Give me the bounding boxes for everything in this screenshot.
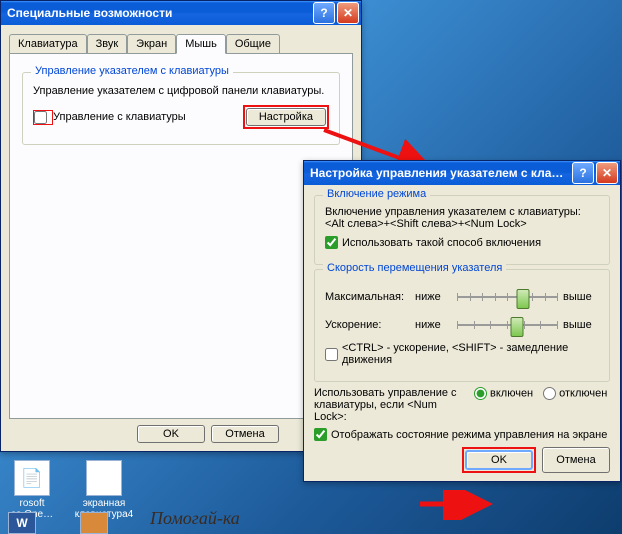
group-caption: Скорость перемещения указателя xyxy=(323,262,506,274)
desktop-icon-office[interactable]: 📄 rosoft ce One… xyxy=(2,460,62,520)
numlock-off-radio[interactable] xyxy=(543,387,556,400)
mousekeys-checkbox-label[interactable]: Управление с клавиатуры xyxy=(33,110,186,125)
high-label: выше xyxy=(563,319,599,331)
window-title: Настройка управления указателем с клав… xyxy=(310,166,570,180)
help-button[interactable]: ? xyxy=(572,162,594,184)
keyboard-icon: ⌨ xyxy=(86,460,122,496)
titlebar[interactable]: Настройка управления указателем с клав… … xyxy=(304,161,620,185)
show-state-checkbox[interactable] xyxy=(314,428,327,441)
cancel-button[interactable]: Отмена xyxy=(211,425,279,443)
tab-keyboard[interactable]: Клавиатура xyxy=(9,34,87,54)
slider-thumb[interactable] xyxy=(511,317,524,337)
show-state-text: Отображать состояние режима управления н… xyxy=(331,429,607,441)
numlock-on-label[interactable]: включен xyxy=(464,387,533,400)
tab-mouse[interactable]: Мышь xyxy=(176,34,226,54)
use-shortcut-text: Использовать такой способ включения xyxy=(342,237,541,249)
numlock-text: Использовать управление с клавиатуры, ес… xyxy=(314,387,464,423)
office-icon: 📄 xyxy=(14,460,50,496)
activation-desc1: Включение управления указателем с клавиа… xyxy=(325,206,599,218)
mousekeys-group: Управление указателем с клавиатуры Управ… xyxy=(22,72,340,145)
window-title: Специальные возможности xyxy=(7,6,311,20)
tab-page: Управление указателем с клавиатуры Управ… xyxy=(9,53,353,419)
group-caption: Управление указателем с клавиатуры xyxy=(31,65,233,77)
ok-button[interactable]: OK xyxy=(137,425,205,443)
max-speed-slider[interactable] xyxy=(457,286,557,308)
ctrl-shift-checkbox[interactable] xyxy=(325,348,338,361)
titlebar[interactable]: Специальные возможности ? ✕ xyxy=(1,1,361,25)
low-label: ниже xyxy=(415,291,451,303)
dialog-buttons: OK Отмена xyxy=(9,425,353,443)
slider-thumb[interactable] xyxy=(517,289,530,309)
help-button[interactable]: ? xyxy=(313,2,335,24)
dialog-buttons: OK Отмена xyxy=(314,447,610,473)
activation-group: Включение режима Включение управления ук… xyxy=(314,195,610,265)
numlock-on-radio[interactable] xyxy=(474,387,487,400)
desktop: 📄 rosoft ce One… ⌨ экранная клавиатура4 … xyxy=(0,0,622,534)
desktop-icon-keyboard[interactable]: ⌨ экранная клавиатура4 xyxy=(74,460,134,520)
close-button[interactable]: ✕ xyxy=(337,2,359,24)
group-description: Управление указателем с цифровой панели … xyxy=(33,85,329,97)
max-speed-row: Максимальная: ниже выше xyxy=(325,286,599,308)
accel-row: Ускорение: ниже выше xyxy=(325,314,599,336)
speed-group: Скорость перемещения указателя Максималь… xyxy=(314,269,610,382)
accel-label: Ускорение: xyxy=(325,319,415,331)
watermark: Помогай-ка xyxy=(150,508,240,529)
low-label: ниже xyxy=(415,319,451,331)
ok-button-highlight: OK xyxy=(462,447,536,473)
use-shortcut-checkbox[interactable] xyxy=(325,236,338,249)
max-speed-label: Максимальная: xyxy=(325,291,415,303)
numlock-off-label[interactable]: отключен xyxy=(533,387,607,400)
mousekeys-settings-window: Настройка управления указателем с клав… … xyxy=(303,160,621,482)
desktop-icon-generic[interactable] xyxy=(74,512,114,534)
tab-screen[interactable]: Экран xyxy=(127,34,176,54)
arrow-annotation-2 xyxy=(418,490,508,520)
settings-button-highlight: Настройка xyxy=(243,105,329,129)
generic-icon xyxy=(80,512,108,534)
mousekeys-checkbox[interactable] xyxy=(34,111,47,124)
tab-sound[interactable]: Звук xyxy=(87,34,128,54)
tab-general[interactable]: Общие xyxy=(226,34,280,54)
cancel-button[interactable]: Отмена xyxy=(542,447,610,473)
ctrl-shift-text: <CTRL> - ускорение, <SHIFT> - замедление… xyxy=(342,342,599,366)
show-state-label[interactable]: Отображать состояние режима управления н… xyxy=(314,428,610,441)
group-caption: Включение режима xyxy=(323,188,430,200)
close-button[interactable]: ✕ xyxy=(596,162,618,184)
tabs: Клавиатура Звук Экран Мышь Общие xyxy=(9,34,353,54)
ok-button[interactable]: OK xyxy=(465,450,533,470)
numlock-row: Использовать управление с клавиатуры, ес… xyxy=(314,387,610,423)
activation-desc2: <Alt слева>+<Shift слева>+<Num Lock> xyxy=(325,218,599,230)
use-shortcut-label[interactable]: Использовать такой способ включения xyxy=(325,236,599,249)
accel-slider[interactable] xyxy=(457,314,557,336)
ctrl-shift-label[interactable]: <CTRL> - ускорение, <SHIFT> - замедление… xyxy=(325,342,599,366)
settings-button[interactable]: Настройка xyxy=(246,108,326,126)
window-body: Включение режима Включение управления ук… xyxy=(304,185,620,481)
checkbox-text: Управление с клавиатуры xyxy=(53,111,186,123)
desktop-icon-word[interactable]: W xyxy=(2,512,42,534)
high-label: выше xyxy=(563,291,599,303)
word-icon: W xyxy=(8,512,36,534)
